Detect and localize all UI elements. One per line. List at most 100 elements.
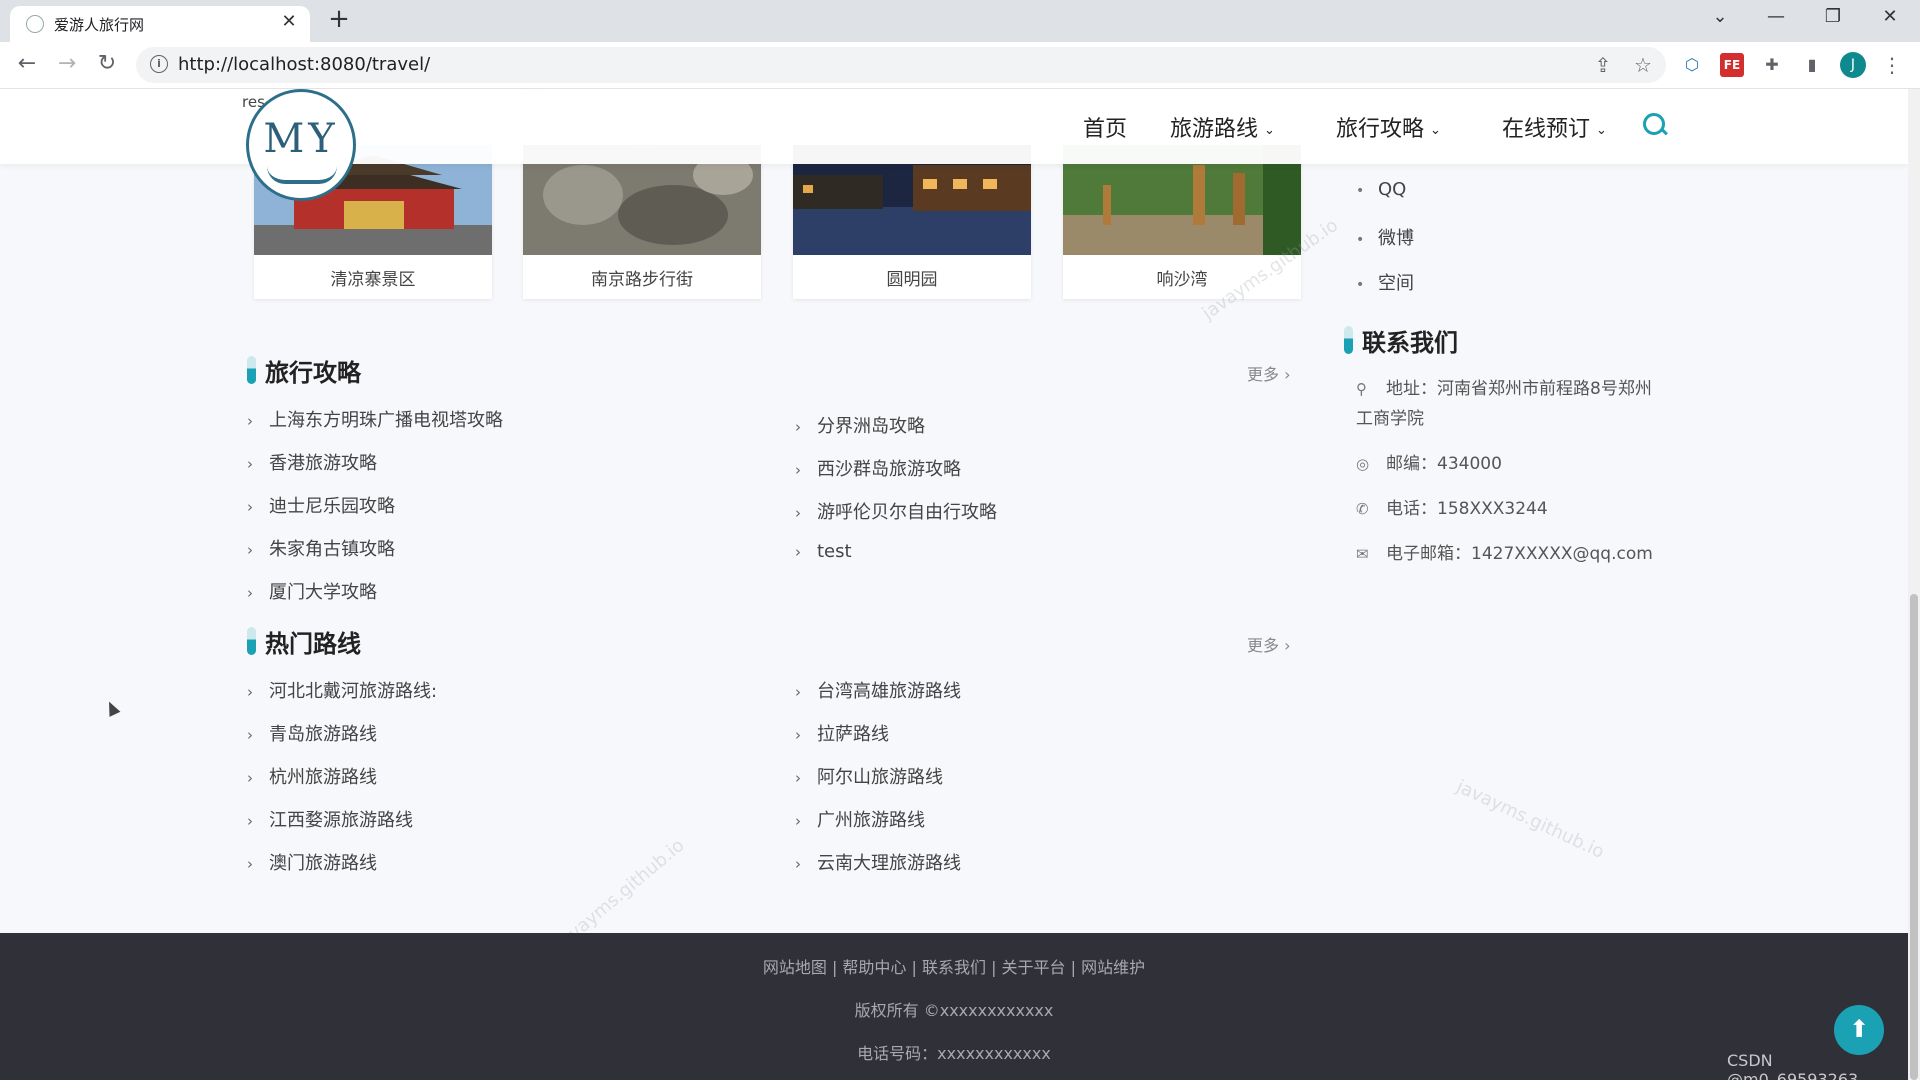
forward-arrow-icon[interactable]: → [52, 51, 82, 76]
contact-email: ✉ 电子邮箱：1427XXXXX@qq.com [1356, 539, 1653, 569]
back-arrow-icon[interactable]: ← [12, 51, 42, 76]
browser-tab[interactable]: 爱游人旅行网 ✕ [10, 6, 310, 42]
social-link-qzone[interactable]: • 空间 [1356, 269, 1414, 295]
window-minimize-button[interactable]: — [1756, 6, 1796, 27]
side-panel-icon[interactable]: ▮ [1800, 53, 1824, 77]
csdn-watermark: CSDN @m0_69593263 [1727, 1051, 1859, 1080]
browser-toolbar: ← → ↻ i http://localhost:8080/travel/ ⇪ … [0, 42, 1920, 89]
extensions-puzzle-icon[interactable]: ✚ [1760, 53, 1784, 77]
section-pill-icon [247, 627, 256, 655]
browser-tab-strip: 爱游人旅行网 ✕ + ⌄ — ❐ ✕ [0, 0, 1920, 42]
chevron-right-icon: › [247, 855, 253, 873]
scenic-card-label: 南京路步行街 [591, 270, 693, 290]
tab-search-chevron-icon[interactable]: ⌄ [1700, 6, 1740, 27]
extension-hexagon-icon[interactable]: ⬡ [1680, 53, 1704, 77]
page-viewport: res 首页 旅游路线 ⌄ 旅行攻略 ⌄ 在线预订 ⌄ MY 清凉寨景区 南京路步行街 [0, 89, 1908, 1080]
nav-guides[interactable]: 旅行攻略 ⌄ [1336, 111, 1441, 143]
chevron-right-icon: › [247, 683, 253, 701]
new-tab-button[interactable]: + [324, 4, 354, 34]
browser-menu-icon[interactable]: ⋮ [1880, 53, 1904, 77]
guides-more-link[interactable]: 更多 › [1247, 361, 1291, 385]
guide-list-item[interactable]: › 上海东方明珠广播电视塔攻略 [247, 406, 503, 432]
nav-routes[interactable]: 旅游路线 ⌄ [1170, 111, 1275, 143]
route-list-item[interactable]: › 澳门旅游路线 [247, 849, 377, 875]
section-pill-icon [1344, 326, 1353, 354]
route-list-item[interactable]: › 杭州旅游路线 [247, 763, 377, 789]
nav-booking[interactable]: 在线预订 ⌄ [1502, 111, 1607, 143]
share-icon[interactable]: ⇪ [1590, 53, 1616, 77]
routes-section-title: 热门路线 [265, 630, 361, 658]
chevron-down-icon: ⌄ [1264, 123, 1275, 138]
chevron-right-icon: › [795, 683, 801, 701]
bullet-icon: • [1356, 277, 1365, 293]
chevron-down-icon: ⌄ [1596, 123, 1607, 138]
contact-section-title: 联系我们 [1362, 329, 1458, 357]
phone-icon: ✆ [1356, 500, 1369, 518]
chevron-right-icon: › [795, 812, 801, 830]
chevron-right-icon: › [247, 541, 253, 559]
footer-links[interactable]: 网站地图 | 帮助中心 | 联系我们 | 关于平台 | 网站维护 [0, 954, 1908, 978]
route-list-item[interactable]: › 广州旅游路线 [795, 806, 925, 832]
chevron-right-icon: › [247, 812, 253, 830]
scenic-card-label: 清凉寨景区 [330, 270, 416, 290]
logo-text: MY [263, 116, 339, 162]
footer-phone: 电话号码：xxxxxxxxxxxx [857, 1044, 1051, 1063]
site-favicon-icon [26, 15, 44, 33]
bullet-icon: • [1356, 232, 1365, 248]
guide-list-item[interactable]: › 香港旅游攻略 [247, 449, 377, 475]
tab-title: 爱游人旅行网 [54, 16, 145, 34]
social-link-qq[interactable]: • QQ [1356, 179, 1406, 200]
chevron-right-icon: › [795, 543, 801, 561]
routes-more-link[interactable]: 更多 › [1247, 632, 1291, 656]
contact-phone: ✆ 电话：158XXX3244 [1356, 494, 1548, 524]
nav-home[interactable]: 首页 [1083, 111, 1127, 143]
bookmark-star-icon[interactable]: ☆ [1630, 53, 1656, 77]
route-list-item[interactable]: › 阿尔山旅游路线 [795, 763, 943, 789]
guide-list-item[interactable]: › test [795, 541, 852, 562]
route-list-item[interactable]: › 青岛旅游路线 [247, 720, 377, 746]
chevron-right-icon: › [795, 769, 801, 787]
back-to-top-arrow-icon[interactable]: ⬆ [1834, 1005, 1884, 1055]
url-text[interactable]: http://localhost:8080/travel/ [178, 54, 430, 75]
route-list-item[interactable]: › 拉萨路线 [795, 720, 889, 746]
window-close-button[interactable]: ✕ [1870, 6, 1910, 27]
guides-section-title: 旅行攻略 [265, 359, 361, 387]
postal-icon: ◎ [1356, 455, 1370, 473]
address-bar[interactable]: i http://localhost:8080/travel/ ⇪ ☆ [136, 47, 1666, 83]
route-list-item[interactable]: › 江西婺源旅游路线 [247, 806, 413, 832]
chevron-right-icon: › [247, 769, 253, 787]
window-restore-button[interactable]: ❐ [1813, 6, 1853, 27]
guide-list-item[interactable]: › 厦门大学攻略 [247, 578, 377, 604]
scenic-card-label: 圆明园 [886, 270, 938, 290]
guide-list-item[interactable]: › 迪士尼乐园攻略 [247, 492, 395, 518]
mouse-cursor-icon [103, 699, 121, 717]
tab-close-icon[interactable]: ✕ [278, 11, 300, 32]
extension-fe-icon[interactable]: FE [1720, 53, 1744, 77]
logo-wave-icon [267, 166, 337, 184]
site-info-icon[interactable]: i [150, 55, 168, 73]
guide-list-item[interactable]: › 朱家角古镇攻略 [247, 535, 395, 561]
envelope-icon: ✉ [1356, 545, 1369, 563]
guide-list-item[interactable]: › 分界洲岛攻略 [795, 412, 925, 438]
site-footer: 网站地图 | 帮助中心 | 联系我们 | 关于平台 | 网站维护 版权所有 ©x… [0, 933, 1908, 1080]
social-link-weibo[interactable]: • 微博 [1356, 224, 1414, 250]
site-logo[interactable]: MY [246, 89, 356, 201]
scenic-card[interactable]: 圆明园 [793, 145, 1031, 299]
reload-icon[interactable]: ↻ [92, 51, 122, 76]
guide-list-item[interactable]: › 西沙群岛旅游攻略 [795, 455, 961, 481]
bullet-icon: • [1356, 183, 1365, 199]
profile-avatar[interactable]: J [1840, 52, 1866, 78]
route-list-item[interactable]: › 台湾高雄旅游路线 [795, 677, 961, 703]
contact-zip: ◎ 邮编：434000 [1356, 449, 1502, 479]
chevron-right-icon: › [247, 455, 253, 473]
search-icon[interactable] [1643, 113, 1665, 135]
scenic-card[interactable]: 南京路步行街 [523, 145, 761, 299]
route-list-item[interactable]: › 河北北戴河旅游路线: [247, 677, 437, 703]
contact-address: ⚲ 地址：河南省郑州市前程路8号郑州 工商学院 [1356, 374, 1676, 434]
page-scrollbar[interactable] [1908, 89, 1920, 1080]
watermark-text: javayms.github.io [1453, 776, 1608, 863]
chevron-down-icon: ⌄ [1430, 123, 1441, 138]
route-list-item[interactable]: › 云南大理旅游路线 [795, 849, 961, 875]
scrollbar-thumb[interactable] [1910, 594, 1918, 1080]
guide-list-item[interactable]: › 游呼伦贝尔自由行攻略 [795, 498, 997, 524]
